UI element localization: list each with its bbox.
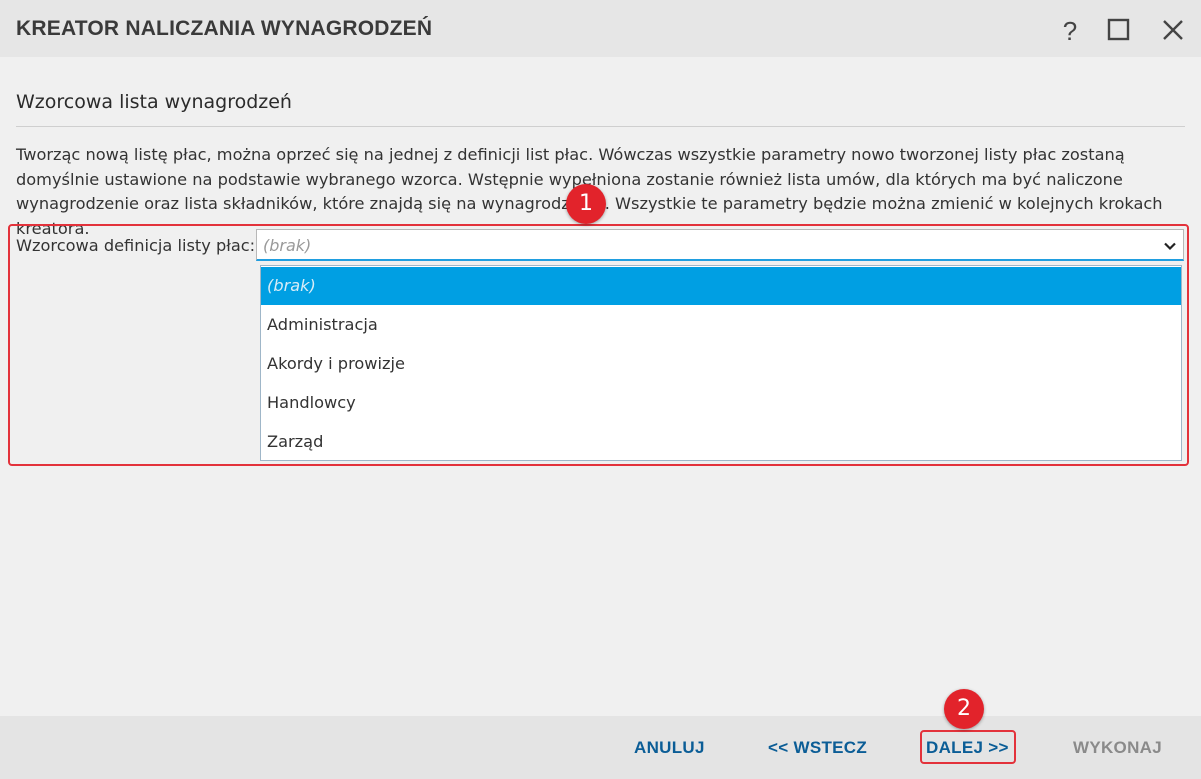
- chevron-down-icon: [1164, 242, 1176, 251]
- title-bar: KREATOR NALICZANIA WYNAGRODZEŃ ?: [0, 0, 1201, 57]
- help-button[interactable]: ?: [1052, 12, 1088, 48]
- template-definition-combobox[interactable]: (brak): [256, 229, 1184, 261]
- annotation-badge-2: 2: [944, 689, 984, 729]
- close-icon: [1163, 20, 1183, 40]
- section-title: Wzorcowa lista wynagrodzeń: [16, 91, 292, 113]
- cancel-button[interactable]: ANULUJ: [634, 738, 705, 758]
- back-button[interactable]: << WSTECZ: [768, 738, 867, 758]
- dropdown-option-akordy-i-prowizje[interactable]: Akordy i prowizje: [261, 345, 1181, 383]
- footer-bar: ANULUJ << WSTECZ DALEJ >> WYKONAJ: [0, 716, 1201, 779]
- dropdown-option-handlowcy[interactable]: Handlowcy: [261, 384, 1181, 422]
- close-button[interactable]: [1155, 12, 1191, 48]
- window-title: KREATOR NALICZANIA WYNAGRODZEŃ: [16, 17, 433, 40]
- help-icon-glyph: ?: [1063, 16, 1077, 46]
- dropdown-option-brak[interactable]: (brak): [261, 267, 1181, 305]
- annotation-highlight-2: [920, 730, 1016, 764]
- template-definition-label: Wzorcowa definicja listy płac:: [16, 236, 256, 255]
- dropdown-option-administracja[interactable]: Administracja: [261, 306, 1181, 344]
- combobox-value: (brak): [263, 236, 312, 255]
- annotation-badge-1: 1: [566, 184, 606, 224]
- maximize-button[interactable]: [1101, 12, 1137, 48]
- finish-button: WYKONAJ: [1073, 738, 1162, 757]
- dropdown-option-zarzad[interactable]: Zarząd: [261, 423, 1181, 461]
- template-definition-dropdown: (brak) Administracja Akordy i prowizje H…: [260, 265, 1182, 461]
- help-icon: ?: [1063, 16, 1077, 46]
- section-divider: [16, 126, 1185, 127]
- maximize-icon: [1107, 18, 1130, 41]
